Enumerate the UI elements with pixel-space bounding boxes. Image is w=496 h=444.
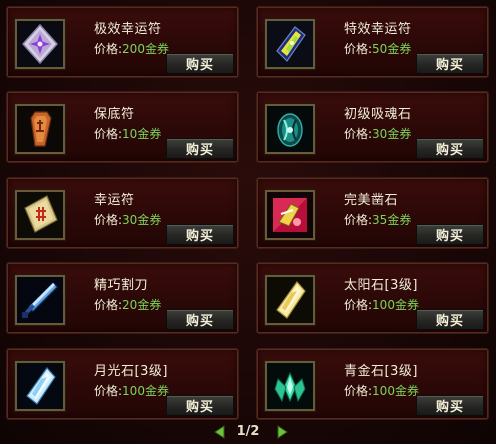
buy-button[interactable]: 购买	[166, 138, 234, 159]
chisel-stone-icon	[267, 192, 313, 238]
yellow-green-charm-icon	[267, 21, 313, 67]
item-name: 保底符	[94, 107, 135, 122]
price-value: 30金券	[122, 213, 162, 227]
arrow-right-icon	[277, 425, 288, 439]
item-price: 价格:10金券	[94, 125, 161, 142]
price-value: 20金券	[122, 298, 162, 312]
price-label: 价格:	[344, 298, 373, 312]
item-card: 特效幸运符 价格:50金券 购买	[256, 6, 489, 78]
item-card: 月光石[3级] 价格:100金券 购买	[6, 348, 239, 420]
price-label: 价格:	[94, 127, 123, 141]
price-label: 价格:	[94, 384, 123, 398]
item-name: 特效幸运符	[344, 22, 412, 37]
page-indicator: 1/2	[236, 424, 260, 439]
item-card: 精巧割刀 价格:20金券 购买	[6, 262, 239, 334]
buy-button[interactable]: 购买	[166, 395, 234, 416]
item-price: 价格:50金券	[344, 40, 411, 57]
blue-blade-icon	[17, 277, 63, 323]
item-price: 价格:100金券	[94, 382, 169, 399]
price-value: 200金券	[122, 42, 169, 56]
next-page-button[interactable]	[275, 425, 289, 439]
prev-page-button[interactable]	[213, 425, 227, 439]
price-value: 100金券	[372, 384, 419, 398]
item-price: 价格:30金券	[344, 125, 411, 142]
item-slot[interactable]	[15, 275, 65, 325]
price-label: 价格:	[94, 298, 123, 312]
price-label: 价格:	[344, 384, 373, 398]
item-price: 价格:200金券	[94, 40, 169, 57]
soul-stone-icon	[267, 106, 313, 152]
item-name: 完美凿石	[344, 193, 399, 208]
item-slot[interactable]	[265, 275, 315, 325]
item-slot[interactable]	[15, 190, 65, 240]
item-slot[interactable]	[265, 19, 315, 69]
item-price: 价格:100金券	[344, 296, 419, 313]
item-slot[interactable]	[15, 19, 65, 69]
item-card: 初级吸魂石 价格:30金券 购买	[256, 91, 489, 163]
moon-crystal-icon	[17, 363, 63, 409]
item-card: 完美凿石 价格:35金券 购买	[256, 177, 489, 249]
price-label: 价格:	[94, 213, 123, 227]
buy-button[interactable]: 购买	[416, 224, 484, 245]
sun-crystal-icon	[267, 277, 313, 323]
item-price: 价格:100金券	[344, 382, 419, 399]
buy-button[interactable]: 购买	[416, 138, 484, 159]
buy-button[interactable]: 购买	[416, 395, 484, 416]
buy-button[interactable]: 购买	[416, 53, 484, 74]
item-price: 价格:30金券	[94, 211, 161, 228]
item-slot[interactable]	[15, 361, 65, 411]
buy-button[interactable]: 购买	[166, 309, 234, 330]
lapis-crystal-icon	[267, 363, 313, 409]
item-slot[interactable]	[265, 361, 315, 411]
pagination: 1/2	[0, 420, 496, 444]
price-value: 35金券	[372, 213, 412, 227]
price-label: 价格:	[344, 213, 373, 227]
item-name: 青金石[3级]	[344, 364, 418, 379]
price-label: 价格:	[94, 42, 123, 56]
price-value: 100金券	[122, 384, 169, 398]
arrow-left-icon	[214, 425, 225, 439]
price-value: 50金券	[372, 42, 412, 56]
item-card: 极效幸运符 价格:200金券 购买	[6, 6, 239, 78]
shop-panel: 极效幸运符 价格:200金券 购买 特效幸运符 价格:50金券 购买 保底符 价…	[0, 0, 496, 444]
orange-talisman-icon	[17, 106, 63, 152]
item-price: 价格:20金券	[94, 296, 161, 313]
item-card: 保底符 价格:10金券 购买	[6, 91, 239, 163]
buy-button[interactable]: 购买	[166, 53, 234, 74]
price-value: 10金券	[122, 127, 162, 141]
item-name: 极效幸运符	[94, 22, 162, 37]
buy-button[interactable]: 购买	[166, 224, 234, 245]
item-slot[interactable]	[15, 104, 65, 154]
item-card: 太阳石[3级] 价格:100金券 购买	[256, 262, 489, 334]
item-card: 青金石[3级] 价格:100金券 购买	[256, 348, 489, 420]
item-name: 月光石[3级]	[94, 364, 168, 379]
price-label: 价格:	[344, 42, 373, 56]
item-name: 精巧割刀	[94, 278, 149, 293]
item-name: 初级吸魂石	[344, 107, 412, 122]
buy-button[interactable]: 购买	[416, 309, 484, 330]
luck-charm-icon	[17, 192, 63, 238]
price-label: 价格:	[344, 127, 373, 141]
price-value: 30金券	[372, 127, 412, 141]
item-slot[interactable]	[265, 104, 315, 154]
purple-star-charm-icon	[17, 21, 63, 67]
item-name: 太阳石[3级]	[344, 278, 418, 293]
item-card: 幸运符 价格:30金券 购买	[6, 177, 239, 249]
item-slot[interactable]	[265, 190, 315, 240]
price-value: 100金券	[372, 298, 419, 312]
item-name: 幸运符	[94, 193, 135, 208]
item-price: 价格:35金券	[344, 211, 411, 228]
